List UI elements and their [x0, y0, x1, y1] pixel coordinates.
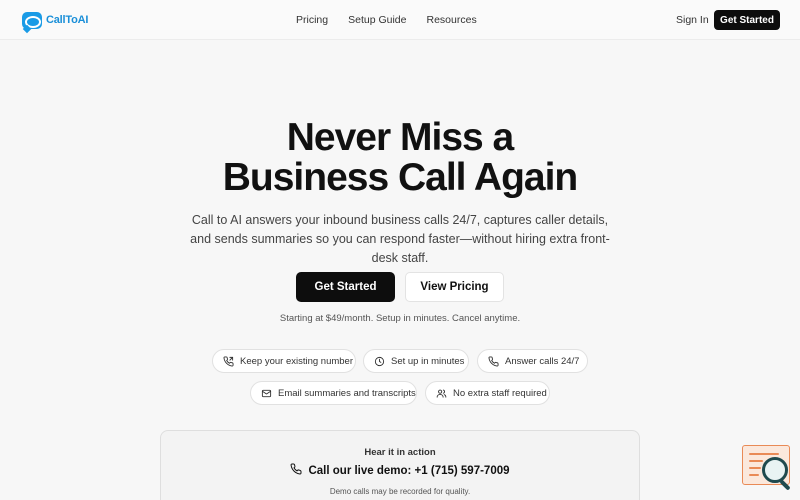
- get-started-button[interactable]: Get Started: [296, 272, 395, 302]
- feature-label: Keep your existing number: [240, 355, 354, 367]
- feature-label: No extra staff required: [453, 387, 547, 399]
- view-pricing-button[interactable]: View Pricing: [405, 272, 504, 302]
- demo-heading: Hear it in action: [364, 447, 436, 458]
- users-icon: [436, 388, 447, 399]
- feature-label: Set up in minutes: [391, 355, 465, 367]
- phone-icon: [290, 463, 302, 478]
- feature-pill: Email summaries and transcripts: [250, 381, 417, 405]
- site-header: CallToAI Pricing Setup Guide Resources S…: [0, 0, 800, 40]
- demo-call-text: Call our live demo: +1 (715) 597-7009: [308, 464, 510, 477]
- feature-pill: Set up in minutes: [363, 349, 469, 373]
- demo-card: Hear it in action Call our live demo: +1…: [160, 430, 640, 500]
- hero-title-line-1: Never Miss a: [286, 116, 514, 159]
- phone-icon: [488, 355, 499, 367]
- header-get-started-button[interactable]: Get Started: [714, 10, 780, 30]
- hero-subtitle: Call to AI answers your inbound business…: [190, 213, 610, 265]
- feature-label: Answer calls 24/7: [505, 355, 580, 367]
- page: CallToAI Pricing Setup Guide Resources S…: [0, 0, 800, 500]
- phone-icon: [223, 355, 234, 367]
- feature-pill: Answer calls 24/7: [477, 349, 588, 373]
- main-nav: Pricing Setup Guide Resources: [296, 14, 477, 26]
- sign-in-link[interactable]: Sign In: [676, 14, 709, 26]
- feature-pill: No extra staff required: [425, 381, 550, 405]
- search-document-icon[interactable]: [742, 445, 792, 491]
- feature-label: Email summaries and transcripts: [278, 387, 416, 399]
- nav-item-resources[interactable]: Resources: [427, 14, 477, 26]
- widget-lens: [762, 457, 788, 483]
- nav-item-setup-guide[interactable]: Setup Guide: [348, 14, 406, 26]
- demo-note: Demo calls may be recorded for quality.: [329, 487, 471, 496]
- chat-bubble-icon: [22, 11, 42, 29]
- hero-title-line-2: Business Call Again: [222, 156, 579, 199]
- nav-item-pricing[interactable]: Pricing: [296, 14, 328, 26]
- brand-name: CallToAI: [46, 14, 89, 26]
- price-note: Starting at $49/month. Setup in minutes.…: [279, 313, 521, 324]
- clock-icon: [374, 356, 385, 367]
- demo-call-link[interactable]: Call our live demo: +1 (715) 597-7009: [161, 463, 639, 478]
- logo[interactable]: CallToAI: [22, 11, 88, 29]
- hero-title: Never Miss a Business Call Again: [0, 118, 800, 198]
- mail-icon: [261, 388, 272, 399]
- feature-pill: Keep your existing number: [212, 349, 356, 373]
